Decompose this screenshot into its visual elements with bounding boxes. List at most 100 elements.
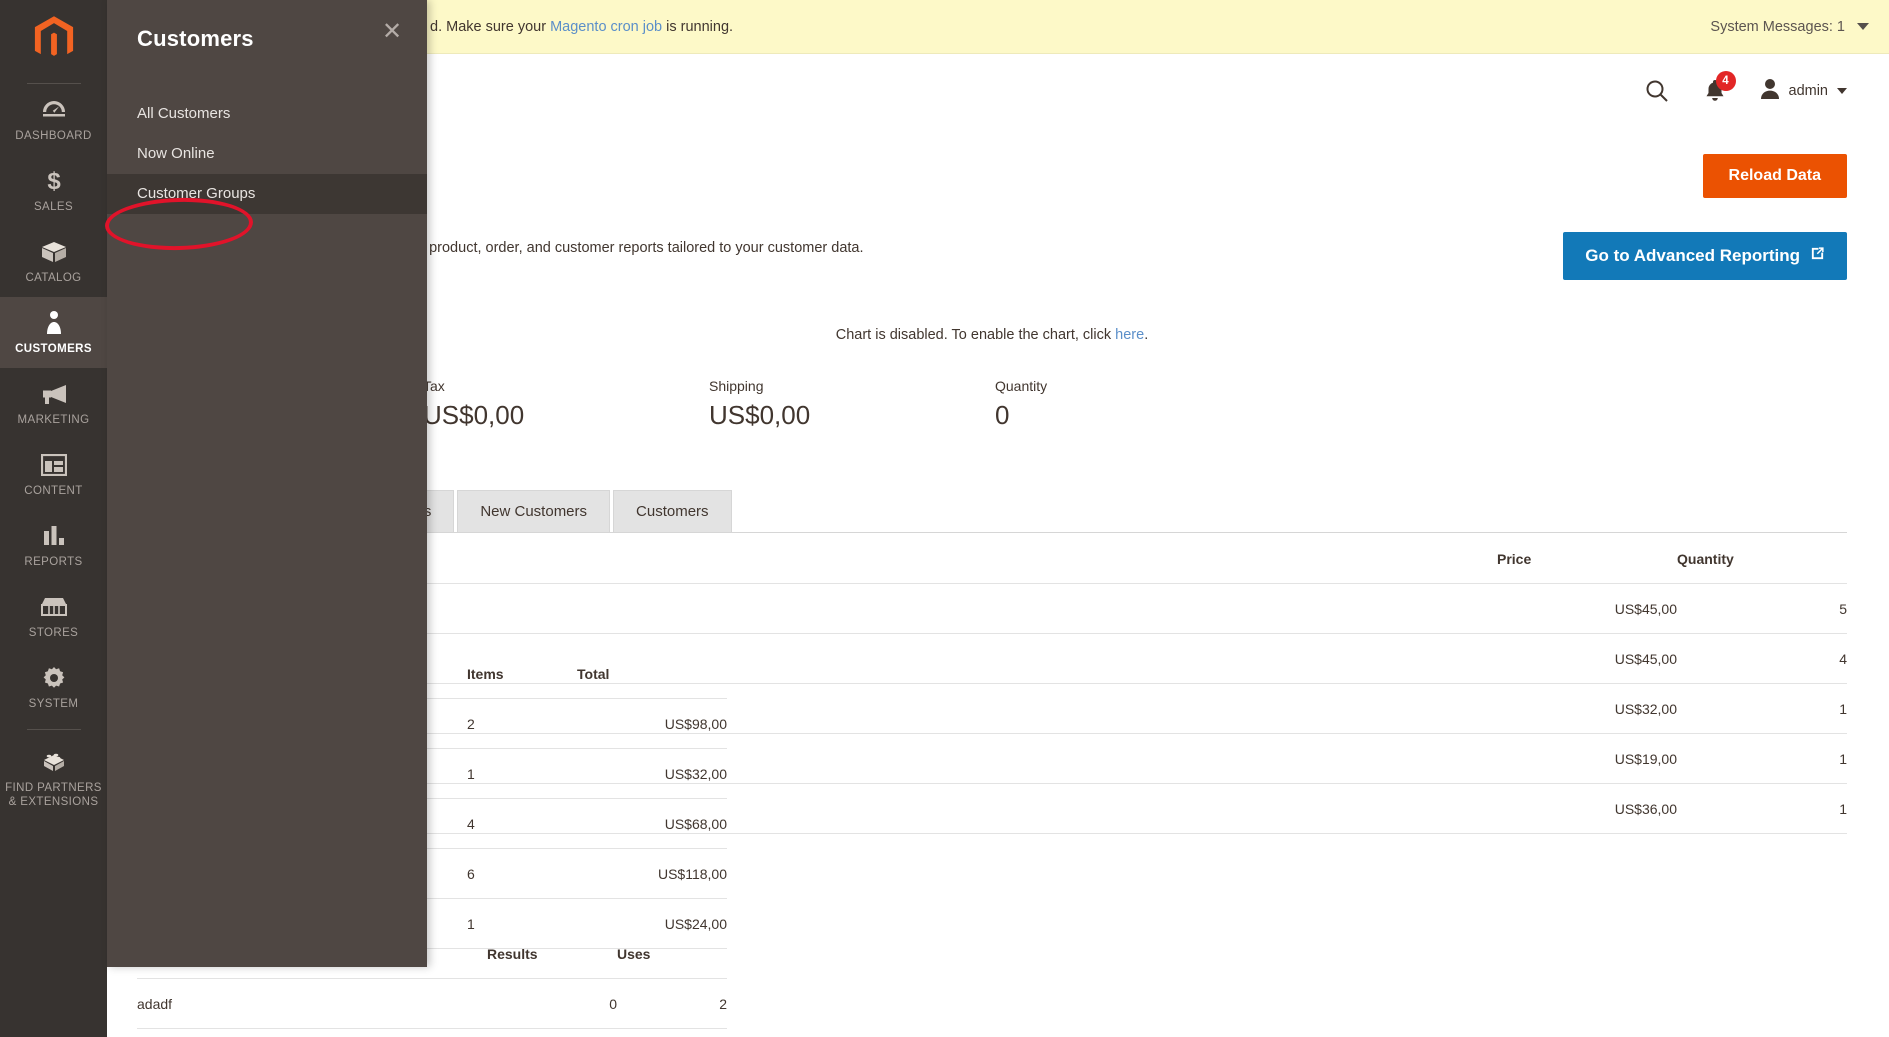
tab-customers[interactable]: Customers	[613, 490, 732, 532]
column-header-items: Items	[467, 648, 577, 699]
sidebar-item-sales[interactable]: $ SALES	[0, 155, 107, 226]
cell-total: US$98,00	[577, 698, 727, 749]
close-icon[interactable]: ✕	[379, 20, 405, 46]
flyout-item-now-online[interactable]: Now Online	[107, 134, 427, 174]
cell-price: US$45,00	[1497, 633, 1677, 684]
column-header-quantity: Quantity	[1677, 533, 1847, 584]
sidebar-item-content[interactable]: CONTENT	[0, 439, 107, 510]
sidebar-item-label: MARKETING	[17, 414, 90, 426]
chart-disabled-text-after: .	[1144, 327, 1149, 343]
cell-total: US$118,00	[577, 848, 727, 899]
magento-cron-job-link[interactable]: Magento cron job	[550, 19, 662, 35]
go-to-advanced-reporting-button[interactable]: Go to Advanced Reporting	[1563, 232, 1847, 280]
cell-items: 1	[467, 748, 577, 799]
cell-price: US$36,00	[1497, 783, 1677, 834]
table-row: adadf 0 2	[137, 978, 727, 1029]
cell-quantity: 1	[1677, 683, 1847, 734]
svg-text:$: $	[47, 168, 61, 194]
sidebar-divider	[26, 729, 81, 730]
sidebar-item-label: SALES	[33, 201, 74, 213]
sidebar-item-stores[interactable]: STORES	[0, 581, 107, 652]
chart-disabled-text-before: Chart is disabled. To enable the chart, …	[835, 327, 1116, 343]
column-header-uses: Uses	[617, 928, 727, 979]
sidebar-item-marketing[interactable]: MARKETING	[0, 368, 107, 439]
customers-flyout-panel: Customers ✕ All Customers Now Online Cus…	[107, 0, 427, 967]
sidebar-item-system[interactable]: SYSTEM	[0, 652, 107, 723]
header-icon-group: 4 admin	[1644, 71, 1847, 105]
message-text-before: d. Make sure your	[430, 18, 551, 35]
column-header-price: Price	[1497, 533, 1677, 584]
flyout-title: Customers	[137, 26, 254, 51]
stat-tax: Tax US$0,00	[423, 378, 709, 431]
stat-value: 0	[995, 400, 1010, 430]
cell-results: 0	[487, 978, 617, 1029]
sidebar-item-label: CATALOG	[25, 272, 82, 284]
megaphone-icon	[4, 381, 103, 407]
sidebar-item-find-partners-extensions[interactable]: FIND PARTNERS & EXTENSIONS	[0, 736, 107, 821]
notification-badge: 4	[1715, 71, 1736, 91]
notifications-bell-icon[interactable]: 4	[1704, 71, 1736, 103]
box-icon	[4, 239, 103, 265]
stat-value: US$0,00	[709, 400, 811, 430]
sidebar-item-dashboard[interactable]: DASHBOARD	[0, 84, 107, 155]
stat-label: Quantity	[995, 378, 1048, 394]
cell-items: 6	[467, 848, 577, 899]
cell-price: US$19,00	[1497, 733, 1677, 784]
stat-quantity: Quantity 0	[995, 378, 1281, 431]
cell-total: US$32,00	[577, 748, 727, 799]
flyout-item-all-customers[interactable]: All Customers	[107, 94, 427, 134]
cell-price: US$32,00	[1497, 683, 1677, 734]
tab-new-customers[interactable]: New Customers	[457, 490, 611, 532]
person-icon	[4, 310, 103, 336]
chevron-down-icon	[1857, 23, 1869, 30]
cell-items: 2	[467, 698, 577, 749]
enable-chart-link[interactable]: here	[1115, 327, 1144, 343]
system-messages-toggle[interactable]: System Messages: 1	[1710, 19, 1869, 35]
sidebar-item-label: STORES	[28, 627, 79, 639]
sidebar-item-label: REPORTS	[24, 556, 83, 568]
user-name-label: admin	[1788, 83, 1829, 99]
cell-quantity: 1	[1677, 783, 1847, 834]
column-header-total: Total	[577, 648, 727, 699]
cell-quantity: 5	[1677, 583, 1847, 634]
stat-value: US$0,00	[423, 400, 525, 430]
avatar	[1760, 78, 1780, 105]
message-text-after: is running.	[662, 18, 734, 35]
bar-chart-icon	[4, 523, 103, 549]
sidebar-item-label: CONTENT	[24, 485, 83, 497]
flyout-menu-list: All Customers Now Online Customer Groups	[107, 94, 427, 214]
cell-price: US$45,00	[1497, 583, 1677, 634]
sidebar-item-label: DASHBOARD	[15, 130, 92, 142]
flyout-header: Customers ✕	[107, 0, 427, 52]
gear-icon	[4, 665, 103, 691]
reload-data-button[interactable]: Reload Data	[1702, 154, 1847, 198]
column-header-results: Results	[487, 928, 617, 979]
dollar-icon: $	[4, 168, 103, 194]
cell-quantity: 1	[1677, 733, 1847, 784]
cell-quantity: 4	[1677, 633, 1847, 684]
search-icon[interactable]	[1644, 78, 1670, 104]
cell-search-term: adadf	[137, 978, 487, 1029]
layout-icon	[4, 452, 103, 478]
flyout-item-customer-groups[interactable]: Customer Groups	[107, 174, 427, 214]
brick-icon	[4, 749, 103, 775]
dashboard-icon	[4, 97, 103, 123]
sidebar-item-customers[interactable]: CUSTOMERS	[0, 297, 107, 368]
sidebar-nav: DASHBOARD $ SALES CATALOG CUSTOMERS MARK…	[0, 0, 107, 1037]
cell-uses: 2	[617, 978, 727, 1029]
magento-admin-dashboard: ? Reload Data ur business' performance, …	[0, 0, 1889, 1037]
stat-label: Shipping	[709, 378, 764, 394]
stat-label: Tax	[423, 378, 445, 394]
stat-shipping: Shipping US$0,00	[709, 378, 995, 431]
chevron-down-icon	[1837, 88, 1847, 94]
sidebar-item-catalog[interactable]: CATALOG	[0, 226, 107, 297]
user-menu[interactable]: admin	[1760, 78, 1847, 105]
chart-disabled-message: Chart is disabled. To enable the chart, …	[836, 327, 1148, 343]
advanced-reporting-button-label: Go to Advanced Reporting	[1585, 246, 1800, 265]
sidebar-item-reports[interactable]: REPORTS	[0, 510, 107, 581]
storefront-icon	[4, 594, 103, 620]
magento-logo[interactable]	[0, 0, 107, 78]
external-link-icon	[1810, 246, 1825, 266]
sidebar-item-label: FIND PARTNERS & EXTENSIONS	[5, 782, 102, 808]
sidebar-item-label: CUSTOMERS	[15, 343, 92, 355]
